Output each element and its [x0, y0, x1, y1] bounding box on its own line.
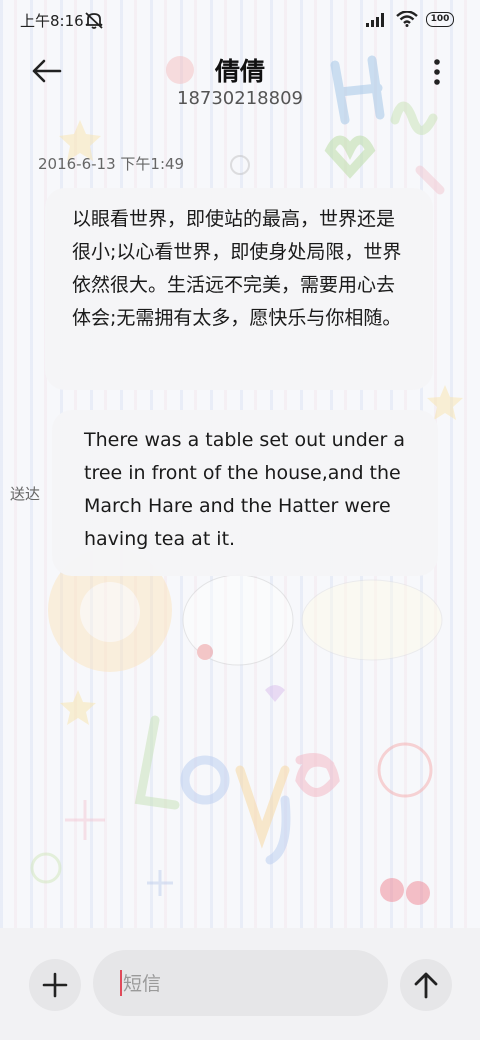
contact-name: 倩倩	[214, 57, 265, 86]
message-bubble[interactable]: There was a table set out under a tree i…	[52, 410, 438, 576]
plus-icon[interactable]	[29, 959, 81, 1011]
message-input-container	[93, 950, 388, 1018]
bell-off-icon	[84, 11, 104, 29]
signal-icon	[366, 12, 388, 27]
message-bubble[interactable]: 以眼看世界，即使站的最高，世界还是很小;以心看世界，即使身处局限，世界依然很大。…	[45, 188, 433, 390]
battery-indicator: 100	[426, 11, 454, 27]
message-timestamp: 2016-6-13 下午1:49	[38, 155, 185, 173]
contact-number: 18730218809	[177, 88, 303, 109]
status-indicators: 100	[366, 11, 454, 27]
message-input[interactable]	[121, 950, 375, 1018]
message-text: There was a table set out under a tree i…	[84, 429, 405, 550]
more-vertical-icon[interactable]	[432, 58, 442, 86]
message-text: 以眼看世界，即使站的最高，世界还是很小;以心看世界，即使身处局限，世界依然很大。…	[72, 208, 402, 329]
conversation-header: 倩倩 18730218809	[0, 44, 480, 114]
wifi-icon	[396, 11, 418, 27]
status-bar: 上午8:16 100	[0, 0, 480, 40]
compose-bar	[0, 928, 480, 1040]
messaging-screen: 上午8:16 100 倩倩 18730218809 2016-6-13 下午1:…	[0, 0, 480, 1040]
delivery-status: 送达	[10, 485, 41, 503]
status-time: 上午8:16	[20, 12, 84, 30]
arrow-up-icon[interactable]	[400, 959, 452, 1011]
